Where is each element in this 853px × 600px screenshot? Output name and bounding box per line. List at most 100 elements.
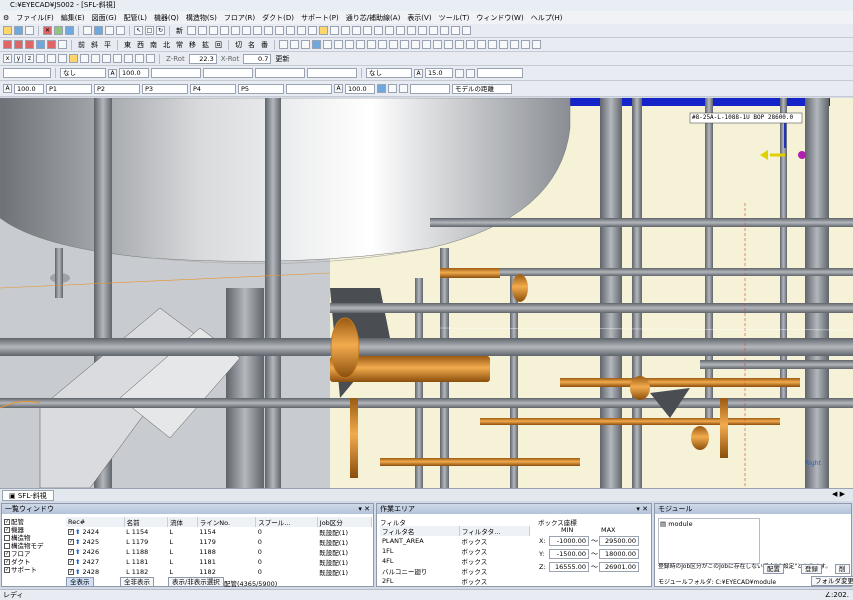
- tool-icon[interactable]: [47, 54, 56, 63]
- tool-icon[interactable]: [433, 40, 442, 49]
- window-icon[interactable]: [105, 26, 114, 35]
- tool-icon[interactable]: [488, 40, 497, 49]
- tool-icon[interactable]: [396, 26, 405, 35]
- tool-icon[interactable]: [462, 26, 471, 35]
- tool-icon[interactable]: [411, 40, 420, 49]
- tool-icon[interactable]: [510, 40, 519, 49]
- tree-item[interactable]: 構造物モデ: [4, 542, 64, 550]
- tool-icon[interactable]: [58, 54, 67, 63]
- tree-item[interactable]: ✓ フロア: [4, 550, 64, 558]
- linetype-select-2[interactable]: なし: [366, 68, 412, 78]
- column-header[interactable]: フィルタ名: [380, 526, 460, 536]
- cut-button[interactable]: 切: [233, 40, 244, 50]
- tool-icon[interactable]: [499, 40, 508, 49]
- x-max-field[interactable]: 29500.00: [599, 536, 639, 546]
- system-menu-icon[interactable]: ⚙: [3, 14, 9, 22]
- tool-icon[interactable]: [69, 54, 78, 63]
- tool-icon[interactable]: [297, 26, 306, 35]
- tool-icon[interactable]: [113, 54, 122, 63]
- menu-structure[interactable]: 構造物(S): [186, 13, 217, 23]
- tool-icon[interactable]: [341, 26, 350, 35]
- tool-icon[interactable]: [418, 26, 427, 35]
- menu-tools[interactable]: ツール(T): [439, 13, 470, 23]
- menu-piping[interactable]: 配管(L): [124, 13, 147, 23]
- tool-icon[interactable]: [312, 40, 321, 49]
- module-item[interactable]: module: [668, 520, 692, 528]
- menu-file[interactable]: ファイル(F): [16, 13, 54, 23]
- delete-button[interactable]: 削: [835, 564, 850, 574]
- linestyle-select[interactable]: [3, 68, 51, 78]
- tool-icon[interactable]: [532, 40, 541, 49]
- p2-select[interactable]: P2: [94, 83, 140, 94]
- tool-icon[interactable]: [187, 26, 196, 35]
- tool-icon[interactable]: [521, 40, 530, 49]
- tool-icon[interactable]: [345, 40, 354, 49]
- show-all-button[interactable]: 全表示: [66, 577, 94, 587]
- table-row[interactable]: バルコニー廻り ボックス: [380, 566, 530, 576]
- dim-select-2[interactable]: [410, 83, 450, 94]
- view-zoom-button[interactable]: 拡: [200, 40, 211, 50]
- new-button[interactable]: 新: [174, 26, 185, 36]
- tool-icon[interactable]: [264, 26, 273, 35]
- tool-icon[interactable]: [91, 54, 100, 63]
- align-center-icon[interactable]: [388, 84, 397, 93]
- menu-support[interactable]: サポート(P): [301, 13, 339, 23]
- size-field-2[interactable]: 15.0: [425, 68, 453, 78]
- tool-icon[interactable]: [367, 40, 376, 49]
- tool-icon[interactable]: [466, 68, 475, 78]
- grid-icon[interactable]: [94, 26, 103, 35]
- style-select-3[interactable]: [255, 68, 305, 78]
- measure-icon[interactable]: [83, 26, 92, 35]
- text-a-icon[interactable]: A: [3, 84, 12, 93]
- menu-duct[interactable]: ダクト(D): [262, 13, 294, 23]
- tool-icon[interactable]: [466, 40, 475, 49]
- style-select-5[interactable]: [477, 68, 523, 78]
- menu-view[interactable]: 表示(V): [407, 13, 431, 23]
- tool-icon[interactable]: [400, 40, 409, 49]
- column-header[interactable]: Rec#: [66, 517, 125, 527]
- text-a-icon[interactable]: A: [334, 84, 343, 93]
- tool-icon[interactable]: [319, 26, 328, 35]
- view-west-button[interactable]: 西: [135, 40, 146, 50]
- open-icon[interactable]: [3, 26, 12, 35]
- tool-icon[interactable]: [146, 54, 155, 63]
- name-button[interactable]: 名: [246, 40, 257, 50]
- tool-icon[interactable]: [275, 26, 284, 35]
- tool-icon[interactable]: [374, 26, 383, 35]
- tool-icon[interactable]: [330, 26, 339, 35]
- tool-icon[interactable]: [301, 40, 310, 49]
- tool-icon[interactable]: [451, 26, 460, 35]
- table-row[interactable]: ✓ ⬆ 2425 L 1179 L 1179 0 既設配(1): [66, 537, 372, 547]
- tool-icon[interactable]: [477, 40, 486, 49]
- p5-select[interactable]: P5: [238, 83, 284, 94]
- view-iso-button[interactable]: 斜: [89, 40, 100, 50]
- tool-icon[interactable]: [334, 40, 343, 49]
- axis-z-icon[interactable]: z: [25, 54, 34, 63]
- tool-icon[interactable]: [308, 26, 317, 35]
- text-a-icon[interactable]: A: [414, 68, 423, 78]
- tree-item[interactable]: ✓ ダクト: [4, 558, 64, 566]
- menu-help[interactable]: ヘルプ(H): [531, 13, 563, 23]
- tool-icon[interactable]: [36, 54, 45, 63]
- tool-icon[interactable]: [352, 26, 361, 35]
- 3d-viewport[interactable]: #8-25A-L-1088-1U BOP 28600.0 Right: [0, 98, 853, 488]
- view-south-button[interactable]: 南: [148, 40, 159, 50]
- cursor-icon[interactable]: ↖: [134, 26, 143, 35]
- menu-gridline[interactable]: 通り芯/補助線(A): [346, 13, 401, 23]
- z-max-field[interactable]: 26901.00: [599, 562, 639, 572]
- pipe-edit-icon[interactable]: [14, 40, 23, 49]
- place-button[interactable]: 配置: [763, 564, 784, 574]
- tool-icon[interactable]: [286, 26, 295, 35]
- tool-icon[interactable]: [385, 26, 394, 35]
- p1-select[interactable]: P1: [46, 83, 92, 94]
- module-list[interactable]: ▤ module: [658, 518, 760, 564]
- size-field[interactable]: 100.0: [119, 68, 149, 78]
- view-front-button[interactable]: 前: [76, 40, 87, 50]
- register-button[interactable]: 登録: [801, 564, 822, 574]
- tool-icon[interactable]: [378, 40, 387, 49]
- menu-equipment[interactable]: 機器(Q): [154, 13, 179, 23]
- number-button[interactable]: 番: [259, 40, 270, 50]
- tree-item[interactable]: ✓ 配管: [4, 518, 64, 526]
- pipe-draw-icon[interactable]: [3, 40, 12, 49]
- save-icon[interactable]: [14, 26, 23, 35]
